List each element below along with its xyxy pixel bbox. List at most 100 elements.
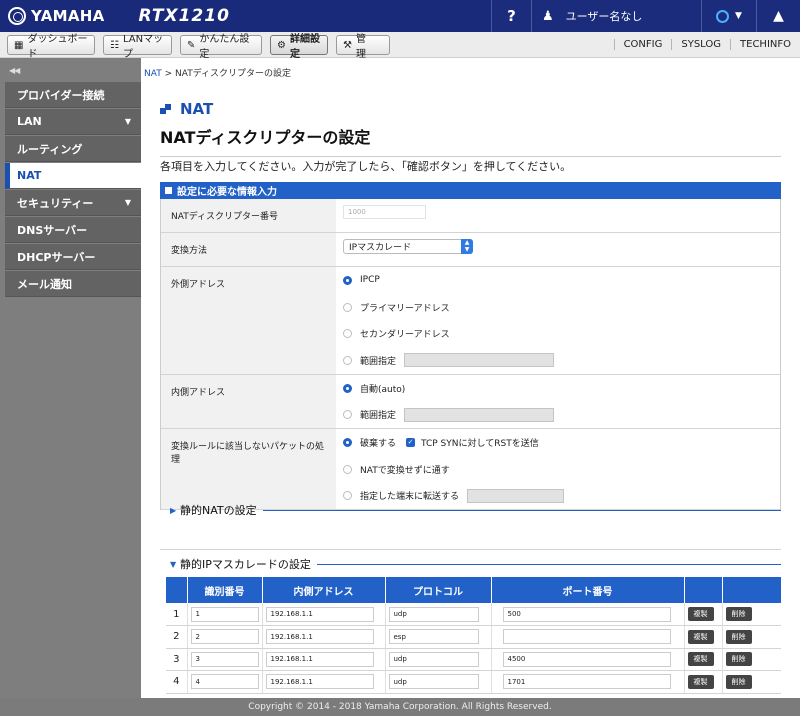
caret-down-icon: ▼ [170, 559, 177, 569]
id-input[interactable]: 2 [190, 629, 259, 645]
select-updown-icon: ▲ ▼ [461, 238, 473, 254]
tab-bar: ▦ ダッシュボード ☷ LANマップ ✎ かんたん設定 ⚙ 詳細設定 ⚒ 管 理… [0, 32, 800, 60]
tab-lan-map[interactable]: ☷ LANマップ [103, 34, 172, 60]
conversion-method-select[interactable]: IPマスカレード ▲ ▼ [343, 238, 473, 254]
row-number: 4 [166, 670, 187, 694]
page-title-text: NAT [180, 100, 214, 118]
copy-button[interactable]: 複製 [687, 674, 714, 689]
tab-label: ダッシュボード [27, 34, 88, 60]
row-number: 3 [166, 648, 187, 671]
tab-advanced-settings[interactable]: ⚙ 詳細設定 [270, 34, 328, 60]
col-port: ポート番号 [490, 577, 684, 603]
delete-button[interactable]: 削除 [725, 652, 752, 667]
radio-label: プライマリーアドレス [360, 303, 450, 314]
inner-address-input[interactable]: 192.168.1.1 [265, 629, 374, 645]
descriptor-label: NATディスクリプター番号 [161, 199, 336, 232]
outer-secondary-radio[interactable] [343, 329, 352, 339]
protocol-input[interactable]: esp [388, 629, 479, 645]
id-input[interactable]: 3 [190, 651, 259, 667]
inner-address-input[interactable]: 192.168.1.1 [265, 651, 374, 667]
sidebar-item-label: セキュリティー [17, 196, 94, 210]
tab-easy-setup[interactable]: ✎ かんたん設定 [180, 34, 262, 60]
help-button[interactable]: ? [491, 0, 531, 32]
sidebar-item-lan[interactable]: LAN ▼ [5, 109, 141, 135]
outer-ipcp-radio[interactable] [343, 275, 352, 285]
form-row-inner-address: 内側アドレス 自動(auto) 範囲指定 [161, 374, 780, 430]
sidebar: ◀◀ プロバイダー接続 LAN ▼ ルーティング NAT セキュリティー ▼ DNS… [0, 58, 141, 698]
port-input[interactable]: 500 [502, 606, 671, 622]
delete-button[interactable]: 削除 [725, 629, 752, 644]
descriptor-number-input: 1000 [343, 205, 426, 220]
wizard-icon: ✎ [187, 39, 196, 51]
col-inner-address: 内側アドレス [261, 577, 385, 603]
copy-button[interactable]: 複製 [687, 629, 714, 644]
user-name: ユーザー名なし [565, 10, 643, 23]
table-row: 1 1 192.168.1.1 udp 500 複製 削除 [166, 603, 781, 626]
outer-range-input[interactable] [404, 353, 555, 368]
sidebar-item-mail[interactable]: メール通知 [5, 271, 141, 297]
port-input[interactable]: 1701 [502, 674, 671, 690]
tab-dashboard[interactable]: ▦ ダッシュボード [7, 34, 95, 60]
notification-bell-icon[interactable]: ▲ [756, 0, 800, 32]
delete-button[interactable]: 削除 [725, 674, 752, 689]
breadcrumb-link-nat[interactable]: NAT [144, 69, 162, 79]
checkbox-label: TCP SYNに対してRSTを送信 [421, 438, 539, 449]
sidebar-item-routing[interactable]: ルーティング [5, 136, 141, 162]
config-link[interactable]: CONFIG [613, 39, 672, 50]
inner-range-radio[interactable] [343, 410, 352, 420]
port-input[interactable]: 4500 [502, 651, 671, 667]
inner-address-input[interactable]: 192.168.1.1 [265, 606, 374, 622]
sidebar-item-dhcp[interactable]: DHCPサーバー [5, 244, 141, 270]
copy-button[interactable]: 複製 [687, 652, 714, 667]
sidebar-item-nat[interactable]: NAT [5, 163, 141, 189]
inner-range-input[interactable] [404, 407, 555, 422]
sidebar-item-security[interactable]: セキュリティー ▼ [5, 190, 141, 216]
protocol-input[interactable]: udp [388, 651, 479, 667]
sidebar-item-dns[interactable]: DNSサーバー [5, 217, 141, 243]
outer-primary-radio[interactable] [343, 302, 352, 312]
tab-management[interactable]: ⚒ 管 理 [336, 34, 390, 60]
tcp-syn-rst-checkbox[interactable]: ✓ [406, 437, 416, 447]
user-icon: ♟ [542, 8, 554, 24]
settings-form: NATディスクリプター番号 1000 変換方法 IPマスカレード ▲ ▼ 外側アド… [160, 199, 781, 511]
method-label: 変換方法 [161, 233, 336, 266]
chevron-down-icon: ▼ [124, 117, 131, 126]
outer-range-radio[interactable] [343, 355, 352, 365]
sidebar-item-provider[interactable]: プロバイダー接続 [5, 82, 141, 108]
status-menu[interactable]: ▼ [701, 0, 756, 32]
radio-label: 破棄する [360, 438, 397, 449]
title-blocks-icon [160, 104, 172, 114]
static-masquerade-toggle[interactable]: ▼ 静的IPマスカレードの設定 [160, 551, 781, 577]
outer-address-label: 外側アドレス [161, 267, 336, 374]
form-row-outer-address: 外側アドレス IPCP プライマリーアドレス セカンダリーアドレス 範囲指定 [161, 267, 780, 375]
chevron-down-icon: ▼ [735, 11, 742, 21]
id-input[interactable]: 1 [190, 606, 259, 622]
tab-label: かんたん設定 [199, 34, 250, 60]
static-nat-toggle[interactable]: ▶ 静的NATの設定 [160, 497, 781, 523]
id-input[interactable]: 4 [190, 674, 259, 690]
yamaha-logo-icon [8, 7, 26, 25]
inner-address-input[interactable]: 192.168.1.1 [265, 674, 374, 690]
copy-button[interactable]: 複製 [687, 607, 714, 621]
model-name: RTX1210 [138, 6, 230, 26]
protocol-input[interactable]: udp [388, 606, 479, 622]
port-input[interactable] [502, 629, 671, 645]
tab-label: 管 理 [355, 34, 376, 60]
user-menu[interactable]: ♟ ユーザー名なし [531, 0, 701, 32]
brand-name: YAMAHA [31, 7, 105, 25]
sidebar-item-label: DNSサーバー [17, 223, 88, 237]
sidebar-item-label: メール通知 [17, 277, 72, 291]
packet-pass-radio[interactable] [343, 464, 352, 474]
techinfo-link[interactable]: TECHINFO [730, 39, 800, 50]
lan-map-icon: ☷ [110, 39, 119, 51]
sidebar-item-label: NAT [17, 169, 42, 182]
syslog-link[interactable]: SYSLOG [671, 39, 730, 50]
inner-auto-radio[interactable] [343, 383, 352, 393]
collapse-sidebar-icon[interactable]: ◀◀ [0, 58, 141, 82]
protocol-input[interactable]: udp [388, 674, 479, 690]
packet-discard-radio[interactable] [343, 437, 352, 447]
delete-button[interactable]: 削除 [725, 607, 752, 621]
tab-label: LANマップ [122, 34, 164, 60]
dashboard-icon: ▦ [14, 39, 24, 51]
breadcrumb-separator: > [164, 69, 173, 79]
